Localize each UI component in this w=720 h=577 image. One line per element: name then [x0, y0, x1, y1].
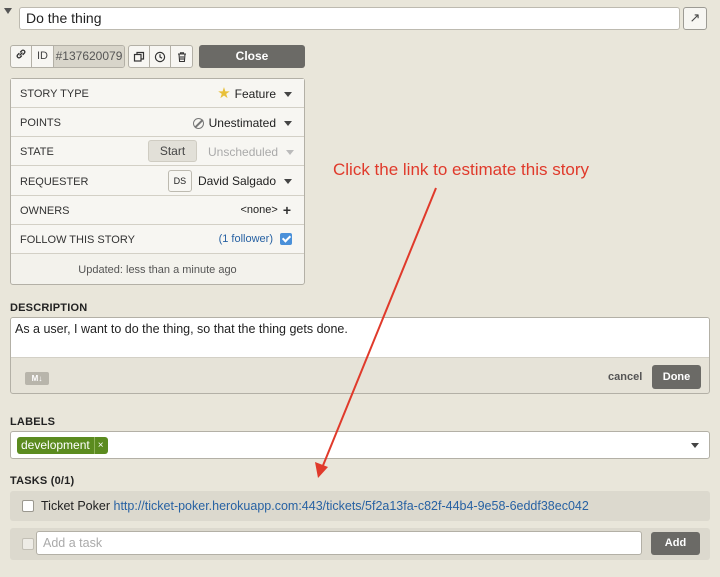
task-prefix: Ticket Poker [41, 499, 111, 513]
story-id-value: #137620079 [54, 46, 124, 67]
requester-row[interactable]: REQUESTER DS David Salgado [11, 166, 304, 196]
cancel-button[interactable]: cancel [608, 371, 642, 383]
done-button[interactable]: Done [652, 365, 701, 389]
owners-select[interactable]: <none> + [240, 203, 291, 217]
labels-heading: LABELS [10, 416, 56, 428]
follow-checkbox[interactable] [280, 233, 292, 245]
state-label: STATE [20, 146, 54, 158]
owners-value: <none> [240, 204, 278, 216]
markdown-icon[interactable]: M↓ [25, 372, 49, 385]
story-type-value: Feature [234, 87, 276, 101]
remove-label-icon[interactable]: × [93, 437, 104, 454]
chevron-down-icon [284, 178, 292, 184]
new-task-checkbox [22, 538, 34, 550]
link-icon[interactable] [11, 46, 32, 67]
story-type-select[interactable]: ★ Feature [217, 85, 292, 102]
followers-link[interactable]: (1 follower) [219, 233, 273, 245]
description-heading: DESCRIPTION [10, 302, 88, 314]
points-value: Unestimated [208, 116, 276, 130]
chevron-down-icon [284, 120, 292, 126]
history-icon[interactable] [150, 46, 171, 67]
requester-select[interactable]: DS David Salgado [167, 170, 292, 192]
story-info-panel: STORY TYPE ★ Feature POINTS Unestimated … [10, 78, 305, 285]
add-task-input[interactable] [36, 531, 642, 555]
task-checkbox[interactable] [22, 500, 34, 512]
task-link[interactable]: http://ticket-poker.herokuapp.com:443/ti… [114, 499, 589, 513]
add-task-button[interactable]: Add [651, 532, 700, 555]
owners-row[interactable]: OWNERS <none> + [11, 196, 304, 225]
new-task-row: Add [10, 528, 710, 560]
label-chip-text: development [21, 438, 90, 452]
avatar: DS [167, 170, 192, 192]
state-row: STATE Start Unscheduled [11, 137, 304, 166]
points-row[interactable]: POINTS Unestimated [11, 108, 304, 137]
story-actions-group [128, 45, 193, 68]
clone-icon[interactable] [129, 46, 150, 67]
chevron-down-icon [286, 149, 295, 155]
requester-label: REQUESTER [20, 176, 89, 188]
start-button[interactable]: Start [148, 140, 197, 162]
story-type-row[interactable]: STORY TYPE ★ Feature [11, 79, 304, 108]
owners-label: OWNERS [20, 205, 70, 217]
chevron-down-icon[interactable] [691, 443, 699, 448]
unestimated-icon [192, 117, 204, 129]
story-id-group: ID #137620079 [10, 45, 125, 68]
requester-value: David Salgado [197, 174, 276, 188]
close-button[interactable]: Close [199, 45, 305, 68]
collapse-arrow-icon[interactable] [4, 8, 12, 14]
task-text[interactable]: Ticket Poker http://ticket-poker.herokua… [41, 499, 589, 513]
add-owner-icon[interactable]: + [283, 203, 291, 217]
points-select[interactable]: Unestimated [192, 116, 292, 130]
labels-input[interactable]: development × [10, 431, 710, 459]
points-label: POINTS [20, 117, 61, 129]
follow-control: (1 follower) [219, 233, 292, 245]
annotation-text: Click the link to estimate this story [333, 160, 590, 179]
trash-icon[interactable] [171, 46, 192, 67]
expand-button[interactable]: ↗ [683, 7, 707, 30]
label-chip: development × [17, 437, 108, 454]
id-copy-button[interactable]: ID [32, 46, 54, 67]
description-textarea[interactable]: As a user, I want to do the thing, so th… [11, 318, 709, 358]
story-type-label: STORY TYPE [20, 88, 89, 100]
star-icon: ★ [217, 85, 231, 102]
tasks-heading: TASKS (0/1) [10, 475, 75, 487]
story-title-input[interactable]: Do the thing [19, 7, 680, 30]
expand-icon: ↗ [689, 10, 701, 25]
follow-row: FOLLOW THIS STORY (1 follower) [11, 225, 304, 254]
description-editor: As a user, I want to do the thing, so th… [10, 317, 710, 394]
state-value: Unscheduled [208, 145, 279, 159]
follow-label: FOLLOW THIS STORY [20, 234, 135, 246]
chevron-down-icon [284, 91, 292, 97]
task-item: Ticket Poker http://ticket-poker.herokua… [10, 491, 710, 521]
updated-timestamp: Updated: less than a minute ago [78, 264, 237, 276]
state-select[interactable]: Unscheduled [208, 145, 295, 159]
